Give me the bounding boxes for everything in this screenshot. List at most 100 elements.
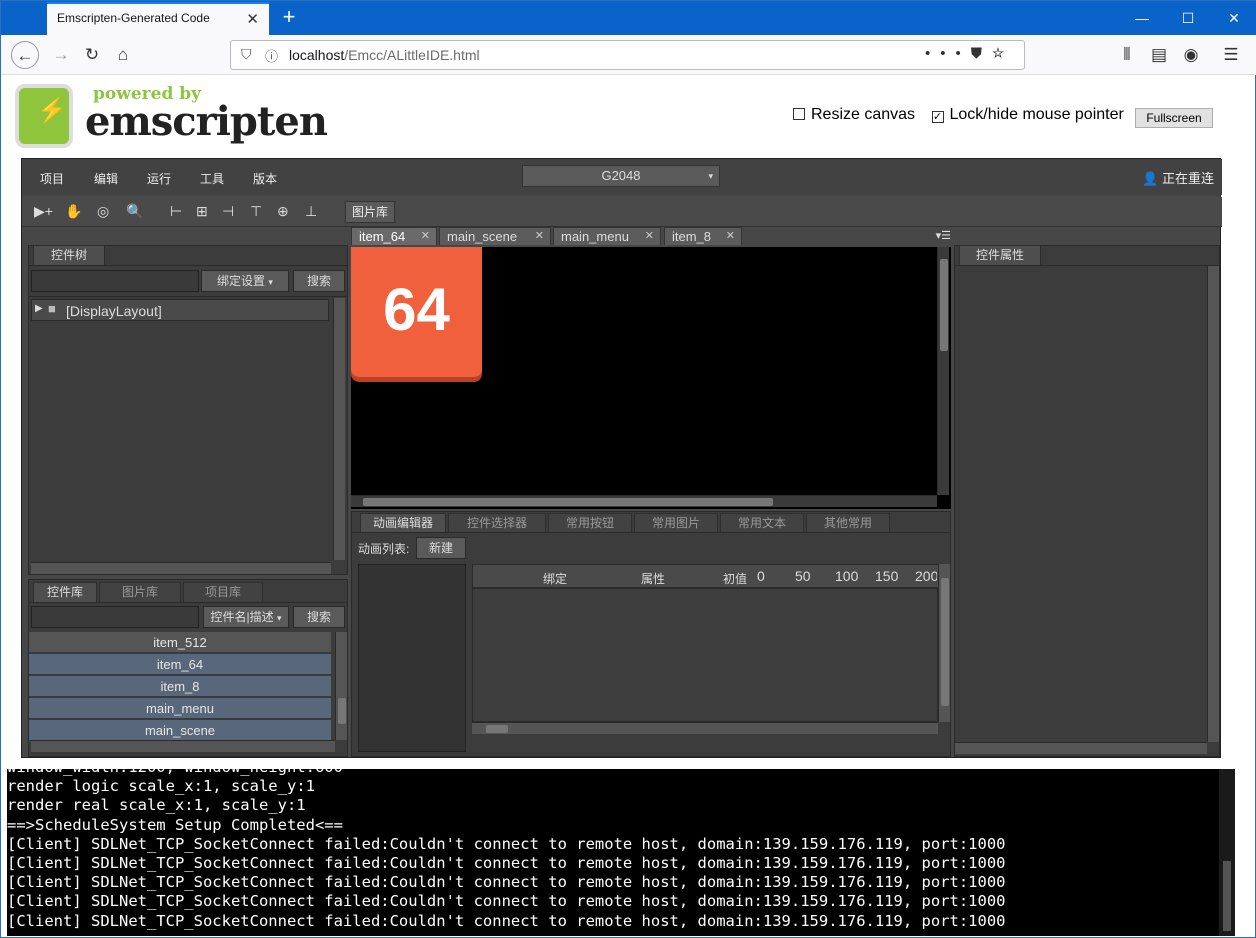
console-line: [Client] SDLNet_TCP_SocketConnect failed… [7, 911, 1006, 930]
bind-settings-button[interactable]: 绑定设置 ▾ [201, 270, 289, 292]
animation-list[interactable] [358, 564, 466, 752]
tree-vscrollbar[interactable] [333, 298, 345, 560]
zoom-tool-icon[interactable]: 🔍 [126, 203, 143, 220]
new-tab-button[interactable]: + [277, 4, 301, 30]
reload-icon[interactable]: ↻ [78, 41, 106, 69]
page-actions-icon[interactable]: ••• [925, 45, 971, 62]
list-item[interactable]: item_64 [29, 654, 331, 675]
home-icon[interactable]: ⌂ [109, 41, 137, 69]
library-hscrollbar[interactable] [31, 740, 335, 752]
list-item[interactable]: main_scene [29, 720, 331, 740]
editor-tab[interactable]: main_scene ✕ [439, 227, 551, 245]
timeline-vscrollbar[interactable] [938, 564, 950, 722]
animation-list-label: 动画列表: [358, 542, 410, 556]
account-icon[interactable]: ◉ [1177, 41, 1205, 69]
maximize-button[interactable]: ☐ [1165, 1, 1211, 35]
tree-search-button[interactable]: 搜索 [293, 270, 345, 292]
tile-item-64[interactable]: 64 [351, 247, 482, 377]
close-icon[interactable]: ✕ [421, 228, 430, 245]
library-search-button[interactable]: 搜索 [293, 606, 345, 628]
back-icon[interactable]: ← [11, 41, 39, 69]
timeline-hscrollbar[interactable] [472, 722, 938, 734]
info-icon[interactable]: ⓘ [265, 46, 278, 65]
tree-node[interactable]: ▶ ■ [DisplayLayout] [31, 299, 329, 321]
close-window-button[interactable]: ✕ [1211, 1, 1256, 35]
move-tool-icon[interactable]: ▶+ [34, 203, 53, 220]
editor-tab-label: main_scene [447, 229, 518, 244]
menu-version[interactable]: 版本 [253, 170, 277, 187]
align-top-icon[interactable]: ⊤ [250, 203, 262, 220]
align-bottom-icon[interactable]: ⊥ [305, 203, 317, 220]
library-filter-button[interactable]: 控件名|描述 ▾ [203, 606, 289, 628]
properties-vscrollbar[interactable] [1207, 266, 1219, 742]
align-middle-icon[interactable]: ⊕ [277, 203, 289, 220]
list-item[interactable]: item_8 [29, 676, 331, 697]
tab-other-common[interactable]: 其他常用 [806, 513, 890, 533]
list-item[interactable]: main_menu [29, 698, 331, 719]
align-left-icon[interactable]: ⊢ [170, 203, 182, 220]
project-select[interactable]: G2048 ▾ [522, 165, 720, 187]
new-animation-button[interactable]: 新建 [416, 537, 466, 559]
lock-pointer-toggle[interactable]: ✓ Lock/hide mouse pointer [931, 106, 1130, 123]
timeline-body[interactable] [472, 588, 938, 722]
image-library-button[interactable]: 图片库 [345, 201, 395, 223]
editor-tab[interactable]: item_64 ✕ [351, 227, 437, 245]
close-icon[interactable]: ✕ [645, 228, 654, 245]
tab-control-selector[interactable]: 控件选择器 [448, 513, 546, 533]
tab-animation-editor[interactable]: 动画编辑器 [360, 513, 446, 533]
tree-hscrollbar[interactable] [31, 562, 331, 574]
browser-tab[interactable]: Emscripten-Generated Code ✕ [47, 2, 269, 35]
resize-checkbox[interactable] [793, 108, 805, 120]
eye-tool-icon[interactable]: ◎ [97, 203, 109, 220]
menu-project[interactable]: 项目 [40, 170, 64, 187]
tab-control-properties[interactable]: 控件属性 [959, 245, 1041, 265]
menu-icon[interactable]: ☰ [1217, 41, 1245, 69]
tab-project-library[interactable]: 项目库 [183, 582, 263, 602]
viewport-hscrollbar[interactable] [351, 495, 937, 507]
tab-common-text[interactable]: 常用文本 [720, 513, 804, 533]
editor-viewport[interactable]: 64 [351, 247, 951, 509]
tab-common-images[interactable]: 常用图片 [634, 513, 718, 533]
library-search-input[interactable] [31, 606, 199, 628]
menu-edit[interactable]: 编辑 [94, 170, 118, 187]
minimize-button[interactable]: — [1119, 1, 1165, 35]
hand-tool-icon[interactable]: ✋ [65, 203, 82, 220]
close-icon[interactable]: ✕ [535, 228, 544, 245]
pocket-icon[interactable]: ⛊ [971, 45, 992, 62]
forward-icon[interactable]: → [47, 41, 75, 69]
expand-arrow-icon[interactable]: ▶ [35, 303, 43, 314]
library-vscrollbar[interactable] [335, 632, 347, 740]
sidebar-icon[interactable]: ▤ [1145, 41, 1173, 69]
user-status[interactable]: 👤 正在重连 [1142, 168, 1214, 187]
star-icon[interactable]: ☆ [992, 45, 1014, 62]
tab-common-buttons[interactable]: 常用按钮 [548, 513, 632, 533]
viewport-vscrollbar[interactable] [937, 247, 949, 495]
console-line: [Client] SDLNet_TCP_SocketConnect failed… [7, 873, 1006, 892]
align-right-icon[interactable]: ⊣ [222, 203, 234, 220]
menu-tools[interactable]: 工具 [200, 170, 224, 187]
folder-icon: ■ [48, 301, 56, 316]
library-icon[interactable]: ⫴ [1113, 41, 1141, 69]
ide-canvas[interactable]: 项目 编辑 运行 工具 版本 G2048 ▾ 👤 正在重连 ▶+ ✋ ◎ 🔍 ⊢ … [21, 158, 1222, 758]
close-icon[interactable]: ✕ [726, 228, 735, 245]
console-output[interactable]: window_width:1200, window_height:600 ren… [7, 769, 1235, 936]
editor-tab[interactable]: main_menu ✕ [553, 227, 661, 245]
menu-run[interactable]: 运行 [147, 170, 171, 187]
lock-checkbox[interactable]: ✓ [931, 111, 944, 123]
url-bar[interactable]: ⛉ ⓘ localhost/Emcc/ALittleIDE.html •••⛊☆ [230, 40, 1025, 70]
console-scrollbar[interactable] [1219, 769, 1235, 936]
tab-image-library[interactable]: 图片库 [99, 582, 181, 602]
tab-control-tree[interactable]: 控件树 [33, 245, 105, 265]
editor-tab[interactable]: item_8 ✕ [664, 227, 742, 245]
align-center-icon[interactable]: ⊞ [196, 203, 208, 220]
tree-search-input[interactable] [31, 270, 199, 292]
user-icon: 👤 [1142, 171, 1159, 186]
tab-list-icon[interactable]: ▾☰ [936, 229, 951, 242]
list-item[interactable]: item_512 [29, 632, 331, 653]
resize-canvas-toggle[interactable]: Resize canvas [793, 106, 921, 123]
tab-close-icon[interactable]: ✕ [246, 10, 259, 28]
fullscreen-button[interactable]: Fullscreen [1135, 108, 1213, 128]
tab-control-library[interactable]: 控件库 [33, 582, 97, 602]
properties-hscrollbar[interactable] [955, 742, 1207, 754]
shield-icon[interactable]: ⛉ [241, 46, 252, 63]
